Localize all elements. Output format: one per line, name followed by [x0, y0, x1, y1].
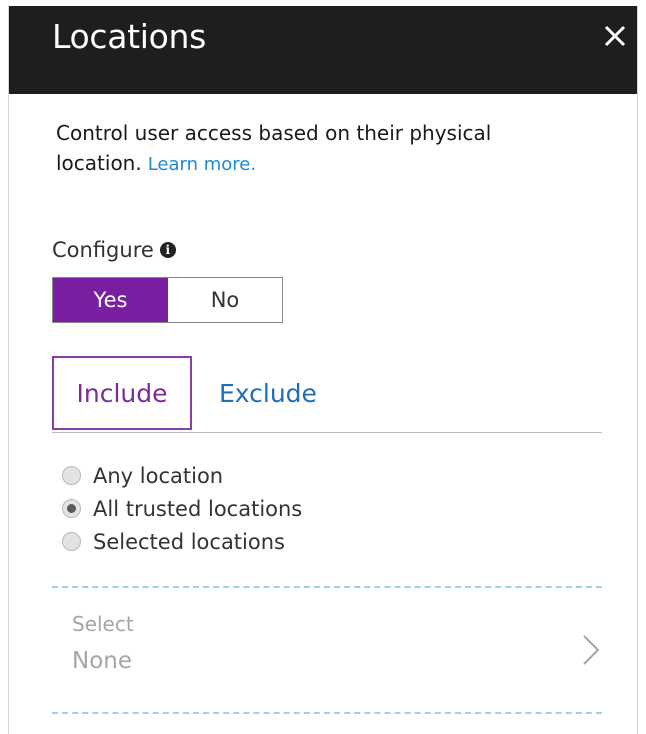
radio-button[interactable] — [62, 466, 81, 485]
divider-bottom — [52, 712, 602, 714]
configure-toggle: Yes No — [52, 277, 283, 323]
configure-label-text: Configure — [52, 238, 154, 262]
description: Control user access based on their physi… — [56, 118, 596, 180]
blade-title: Locations — [52, 17, 207, 56]
radio-selected-locations[interactable]: Selected locations — [62, 525, 302, 558]
blade-header: Locations — [9, 6, 637, 94]
configure-label: Configure i — [52, 238, 176, 262]
divider-top — [52, 586, 602, 588]
configure-no-button[interactable]: No — [168, 278, 282, 322]
include-exclude-tabs: Include Exclude — [52, 356, 602, 433]
radio-label: All trusted locations — [93, 496, 303, 521]
radio-label: Any location — [93, 463, 224, 488]
radio-button-checked[interactable] — [62, 499, 81, 518]
select-locations-picker[interactable]: Select None — [72, 612, 602, 692]
radio-button[interactable] — [62, 532, 81, 551]
description-text: Control user access based on their physi… — [56, 121, 492, 175]
chevron-right-icon — [583, 635, 600, 665]
location-radio-group: Any location All trusted locations Selec… — [62, 459, 302, 558]
radio-all-trusted-locations[interactable]: All trusted locations — [62, 492, 302, 525]
select-value: None — [72, 648, 133, 674]
close-icon[interactable] — [597, 18, 633, 54]
learn-more-link[interactable]: Learn more. — [148, 154, 256, 175]
radio-label: Selected locations — [93, 529, 285, 554]
configure-yes-button[interactable]: Yes — [53, 278, 168, 322]
tab-exclude[interactable]: Exclude — [219, 356, 317, 430]
radio-any-location[interactable]: Any location — [62, 459, 302, 492]
tab-include[interactable]: Include — [52, 356, 192, 430]
select-label: Select — [72, 612, 134, 636]
locations-blade: Locations Control user access based on t… — [8, 6, 638, 734]
info-icon[interactable]: i — [159, 242, 176, 258]
